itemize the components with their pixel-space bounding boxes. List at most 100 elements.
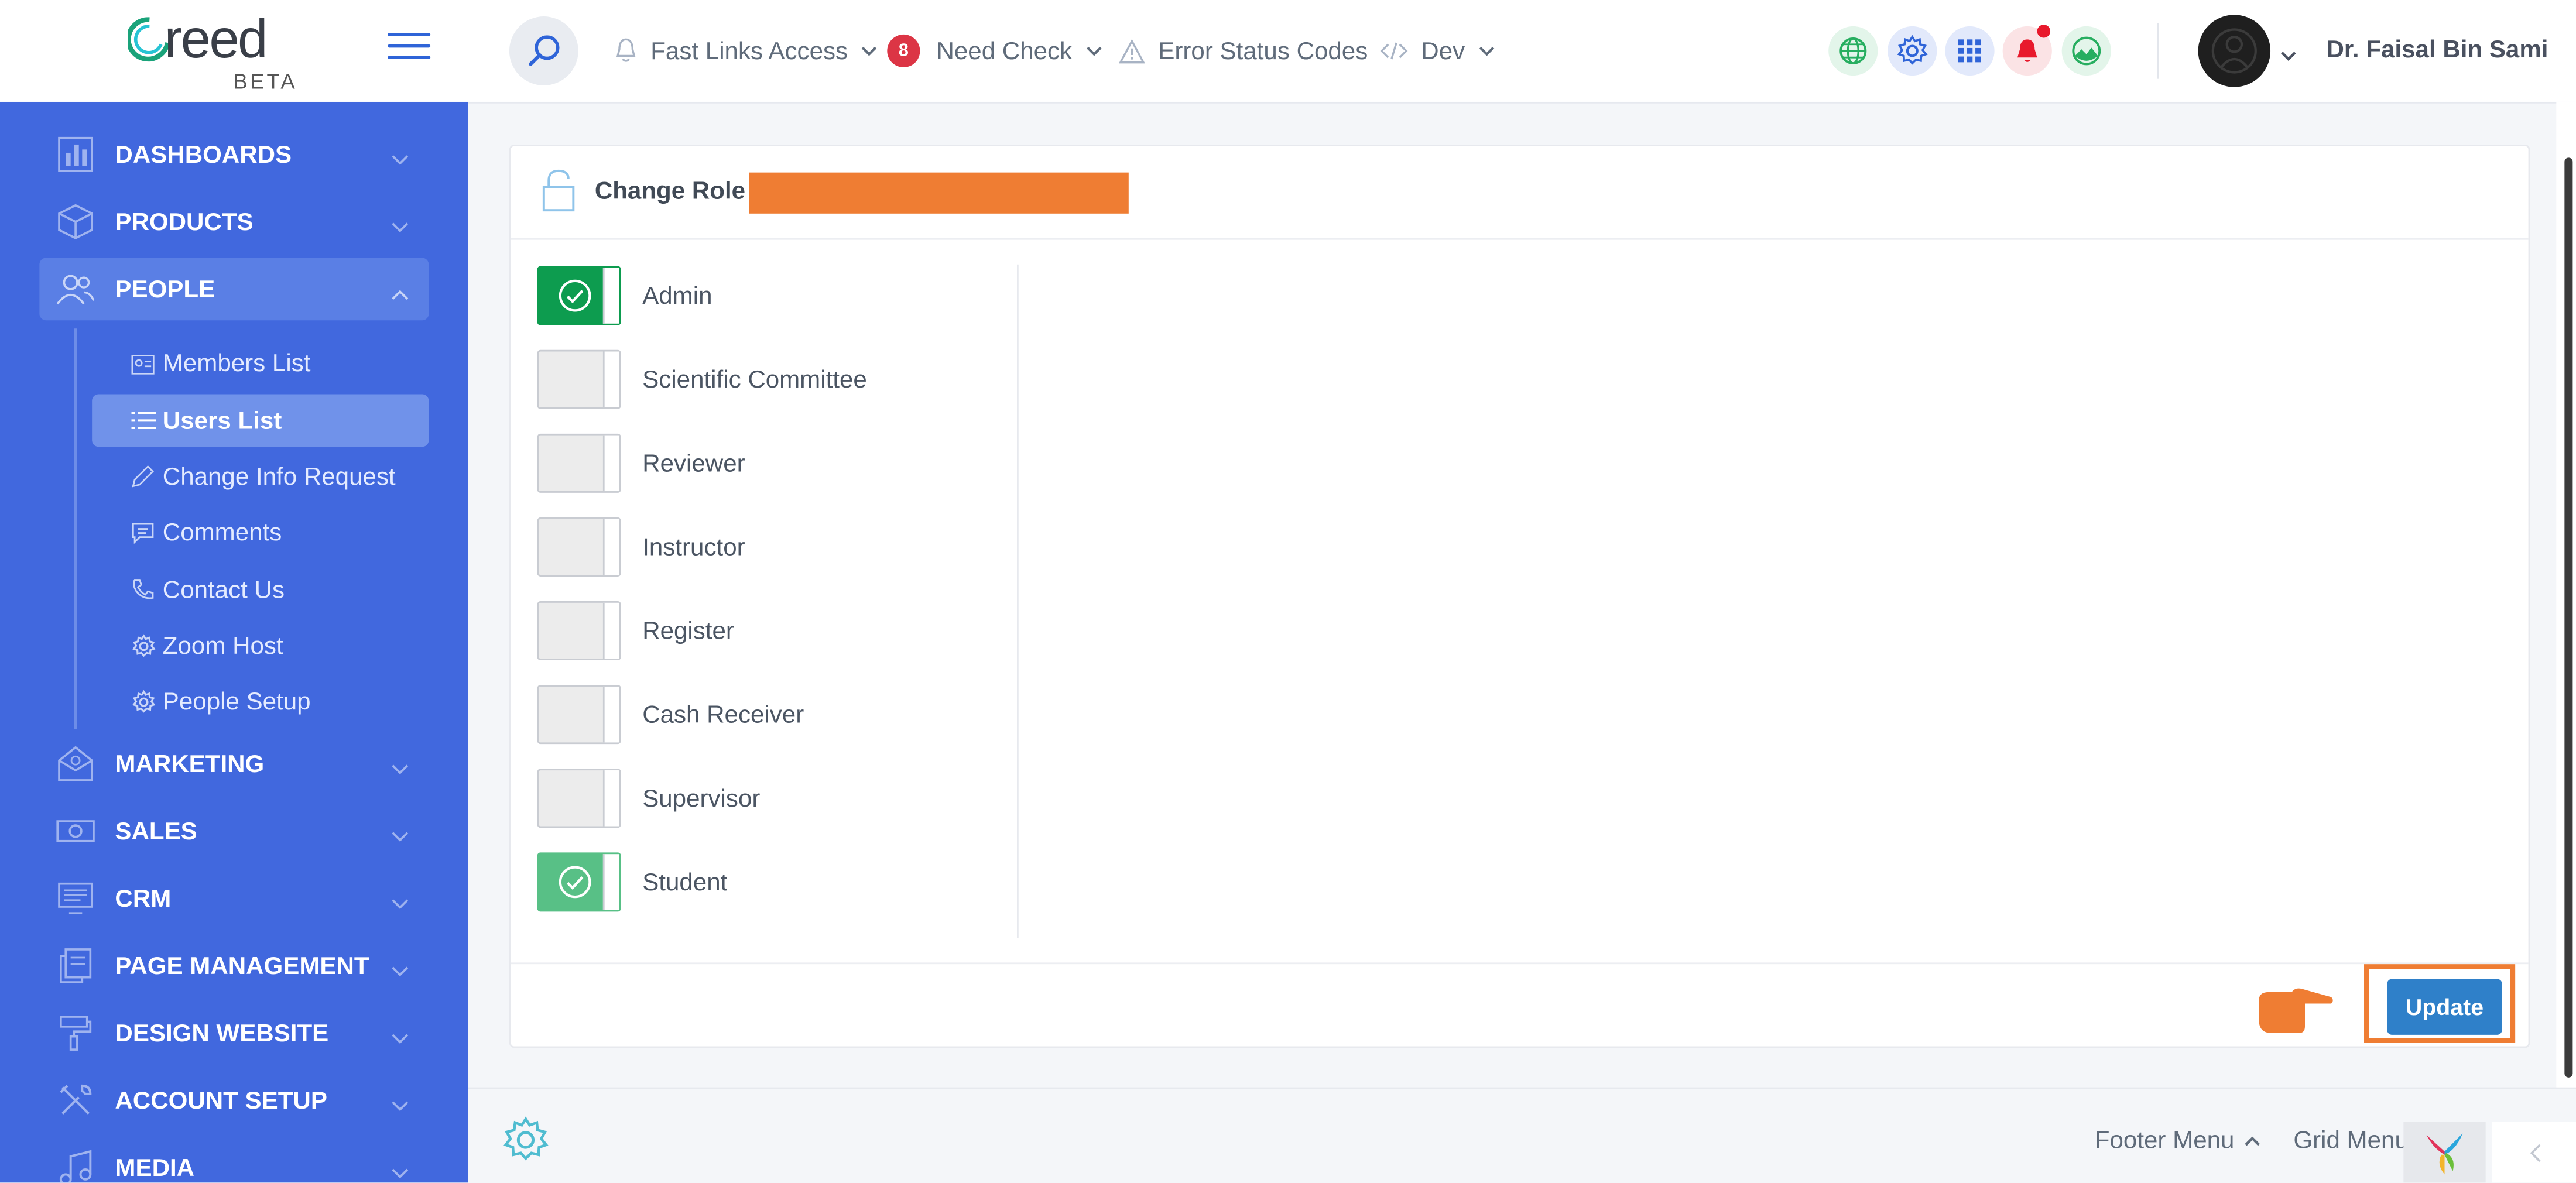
globe-button[interactable] <box>1828 26 1878 76</box>
avatar[interactable] <box>2198 15 2271 87</box>
sidebar-item-page-management[interactable]: PAGE MANAGEMENT <box>39 935 429 997</box>
role-row-admin: Admin <box>537 265 1030 327</box>
grid-menu-link[interactable]: Grid Menu <box>2293 1127 2409 1155</box>
tools-icon <box>56 1081 95 1120</box>
notifications-button[interactable] <box>2002 25 2052 76</box>
apps-grid-icon <box>1958 39 1981 63</box>
role-label: Cash Receiver <box>642 700 804 729</box>
chevron-down-icon <box>391 889 409 917</box>
sidebar-item-media[interactable]: MEDIA <box>39 1137 429 1183</box>
dev-menu[interactable]: Dev <box>1380 0 1495 102</box>
role-toggle-instructor[interactable] <box>537 517 621 577</box>
chevron-down-icon <box>391 1023 409 1051</box>
footer-menu-link[interactable]: Footer Menu <box>2095 1127 2261 1155</box>
comment-icon <box>131 520 156 544</box>
grid-menu-label: Grid Menu <box>2293 1126 2409 1155</box>
paint-roller-icon <box>56 1013 95 1052</box>
chevron-down-icon <box>861 46 878 56</box>
sidebar-item-marketing[interactable]: MARKETING <box>39 733 429 795</box>
top-bar: reed BETA Fast Links Access 8 Need Check <box>0 0 2576 104</box>
sidebar-item-dashboards[interactable]: DASHBOARDS <box>39 123 429 186</box>
sidebar-item-people[interactable]: PEOPLE <box>39 258 429 321</box>
chevron-up-icon <box>391 279 409 307</box>
card-title: Change Role : <box>594 177 761 205</box>
role-label: Student <box>642 868 728 896</box>
chevron-down-icon[interactable] <box>2280 39 2297 69</box>
sidebar-subitem-zoom-host[interactable]: Zoom Host <box>92 619 429 672</box>
logo-subtitle: BETA <box>233 68 297 94</box>
search-button[interactable] <box>509 16 578 85</box>
card-footer-divider <box>511 962 2529 965</box>
update-button[interactable]: Update <box>2387 979 2502 1035</box>
chevron-down-icon <box>391 1158 409 1182</box>
fast-links-menu[interactable]: Fast Links Access <box>614 0 877 102</box>
chevron-down-icon <box>391 212 409 240</box>
sidebar-subitem-label: Comments <box>162 518 282 547</box>
sidebar-subitem-comments[interactable]: Comments <box>92 506 429 558</box>
role-row-student: Student <box>537 851 1030 914</box>
role-row-cash-receiver: Cash Receiver <box>537 683 1030 746</box>
gear-icon <box>1897 35 1928 65</box>
sidebar-subitem-label: Members List <box>162 349 311 378</box>
fast-links-label: Fast Links Access <box>650 37 848 65</box>
role-label: Admin <box>642 282 712 310</box>
sidebar-item-design-website[interactable]: DESIGN WEBSITE <box>39 1002 429 1065</box>
role-label: Register <box>642 616 734 645</box>
gear-icon[interactable] <box>501 1115 550 1172</box>
role-toggle-reviewer[interactable] <box>537 433 621 493</box>
chevron-down-icon <box>391 1091 409 1119</box>
footer-menu-label: Footer Menu <box>2094 1126 2235 1155</box>
sidebar-item-crm[interactable]: CRM <box>39 867 429 930</box>
apps-grid-button[interactable] <box>1945 26 1995 76</box>
role-toggle-cash-receiver[interactable] <box>537 685 621 745</box>
sidebar-subitem-change-info-request[interactable]: Change Info Request <box>92 450 429 503</box>
need-check-menu[interactable]: 8 Need Check <box>887 0 1101 102</box>
chevron-down-icon <box>391 821 409 849</box>
logo-text: reed <box>164 8 268 69</box>
need-check-badge: 8 <box>887 34 920 68</box>
sidebar-item-label: SALES <box>115 817 197 845</box>
sidebar-item-label: PEOPLE <box>115 275 215 303</box>
sidebar: DASHBOARDS PRODUCTS PEOPLE Members List … <box>0 101 468 1183</box>
bar-chart-icon <box>56 135 95 174</box>
sidebar-item-label: DASHBOARDS <box>115 140 292 169</box>
globe-icon <box>1839 37 1867 64</box>
role-toggle-admin[interactable] <box>537 266 621 325</box>
sidebar-subitem-members-list[interactable]: Members List <box>92 337 429 389</box>
sidebar-subitem-users-list[interactable]: Users List <box>92 394 429 447</box>
collapse-panel-button[interactable] <box>2492 1122 2576 1183</box>
sidebar-subitem-contact-us[interactable]: Contact Us <box>92 563 429 616</box>
pencil-icon <box>131 464 156 489</box>
framework-logo-icon <box>2426 1133 2463 1175</box>
logo[interactable]: reed BETA <box>125 8 322 95</box>
error-status-codes-label: Error Status Codes <box>1158 37 1368 65</box>
sidebar-subitem-label: Zoom Host <box>162 631 283 660</box>
status-button[interactable] <box>2061 26 2111 76</box>
cash-icon <box>56 811 95 851</box>
sidebar-subitem-people-setup[interactable]: People Setup <box>92 675 429 728</box>
role-toggle-supervisor[interactable] <box>537 769 621 828</box>
chevron-down-icon <box>1478 46 1495 56</box>
submenu-line <box>74 328 77 729</box>
sidebar-item-label: MEDIA <box>115 1154 195 1182</box>
sidebar-item-account-setup[interactable]: ACCOUNT SETUP <box>39 1069 429 1132</box>
sidebar-item-products[interactable]: PRODUCTS <box>39 191 429 253</box>
toggle-knob <box>602 854 619 910</box>
error-status-codes-link[interactable]: Error Status Codes <box>1118 0 1368 102</box>
user-name[interactable]: Dr. Faisal Bin Sami <box>2326 36 2548 64</box>
megaphone-icon <box>56 744 95 783</box>
scrollbar-thumb[interactable] <box>2564 157 2573 1078</box>
role-row-scientific-committee: Scientific Committee <box>537 348 1030 411</box>
role-row-instructor: Instructor <box>537 516 1030 578</box>
role-toggle-register[interactable] <box>537 601 621 661</box>
role-toggle-scientific-committee[interactable] <box>537 349 621 409</box>
sidebar-item-sales[interactable]: SALES <box>39 800 429 863</box>
chevron-down-icon <box>391 145 409 173</box>
sidebar-subitem-label: Contact Us <box>162 575 285 604</box>
role-row-register: Register <box>537 599 1030 662</box>
settings-button[interactable] <box>1888 26 1937 76</box>
role-toggle-student[interactable] <box>537 852 621 912</box>
hamburger-menu-icon[interactable] <box>388 33 431 66</box>
unlock-icon <box>540 169 577 220</box>
change-role-card: Change Role : Admin Scientific Committee… <box>509 144 2530 1048</box>
